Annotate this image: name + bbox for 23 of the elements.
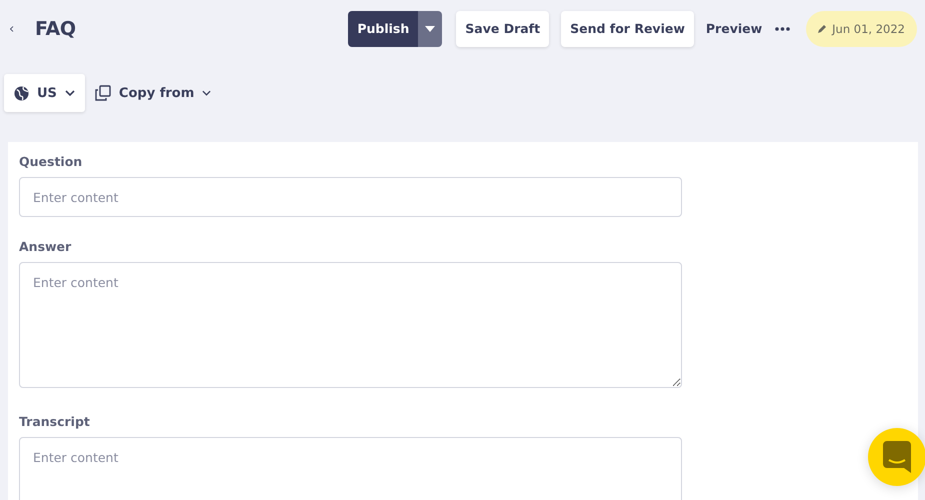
date-badge: Jun 01, 2022 (806, 10, 917, 46)
chat-icon (883, 441, 911, 473)
chevron-down-icon (64, 90, 75, 96)
input-field[interactable]: Enter content (19, 177, 682, 217)
locale-dropdown[interactable]: US (4, 74, 85, 112)
pencil-icon (818, 24, 828, 33)
globe-icon (14, 86, 29, 100)
copy-from-dropdown[interactable]: Copy from (92, 78, 214, 108)
publish-button[interactable]: Publish (348, 10, 418, 46)
chevron-down-icon (202, 90, 212, 96)
field-label: Transcript (19, 414, 91, 429)
caret-down-icon (425, 26, 436, 32)
text-area[interactable]: Enter content (19, 437, 682, 500)
text-area[interactable]: Enter content (19, 262, 682, 388)
preview-button[interactable]: Preview (700, 21, 768, 36)
action-button[interactable]: Save Draft (456, 10, 550, 46)
publish-menu-button[interactable] (418, 10, 442, 46)
field-label: Question (19, 154, 84, 169)
page-title: FAQ (35, 18, 76, 40)
action-button[interactable]: Send for Review (561, 10, 694, 46)
field-label: Answer (19, 239, 72, 254)
more-icon (774, 26, 790, 30)
copy-icon (94, 85, 111, 101)
